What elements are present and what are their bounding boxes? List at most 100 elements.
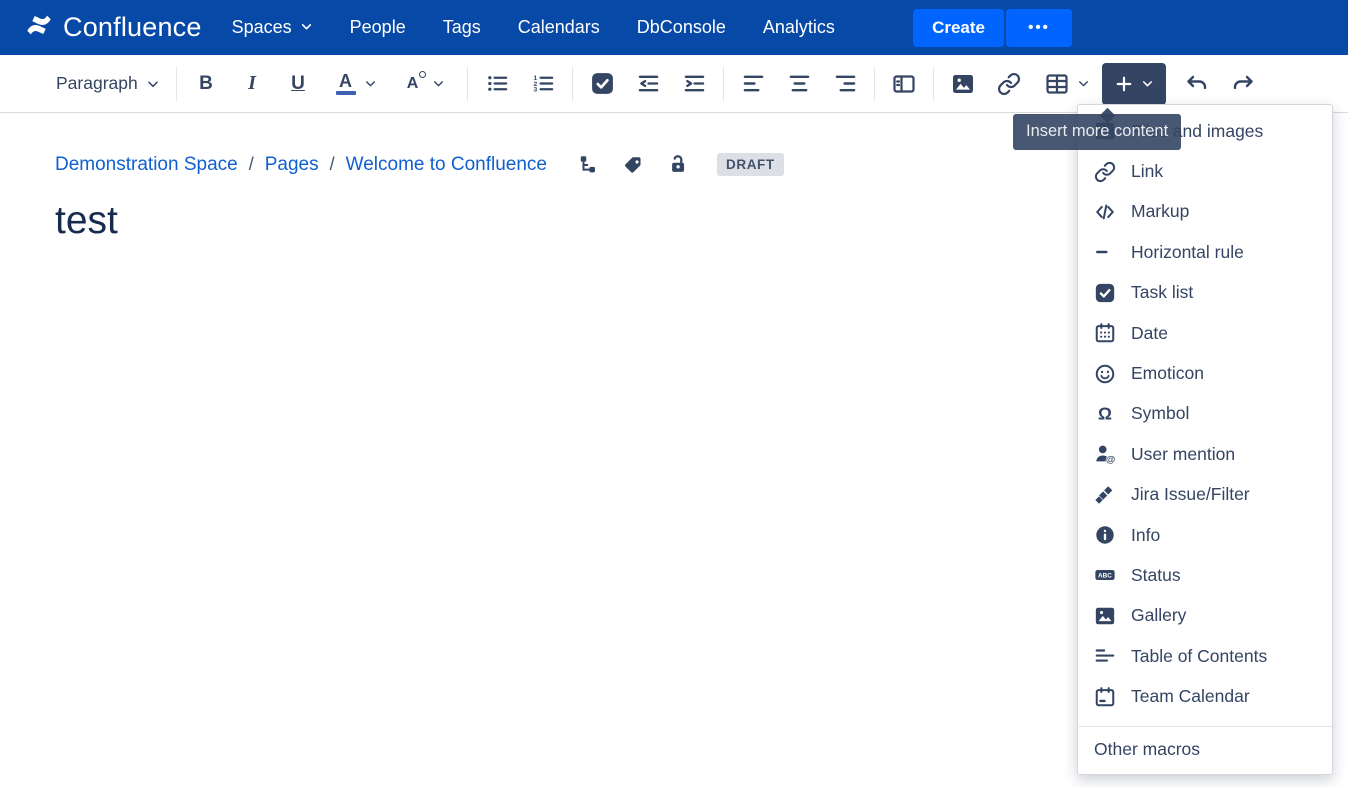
emoticon-icon [1095, 364, 1115, 383]
nav-item-calendars[interactable]: Calendars [518, 17, 600, 38]
create-button[interactable]: Create [913, 8, 1004, 47]
top-navbar: Confluence Spaces People Tags Calendars … [0, 0, 1348, 55]
page-meta-icons [578, 154, 690, 176]
jira-icon [1095, 485, 1113, 504]
svg-text:@: @ [1106, 455, 1115, 465]
text-color-icon: A [335, 72, 356, 95]
redo-button[interactable] [1220, 64, 1266, 104]
numbered-list-icon: 123 [533, 75, 553, 94]
user-mention-icon: @ [1096, 445, 1116, 465]
chevron-down-icon [364, 77, 377, 90]
menu-item-team-calendar[interactable]: Team Calendar [1078, 676, 1332, 716]
toolbar-separator [874, 66, 875, 101]
labels-button[interactable] [623, 154, 645, 176]
restrictions-button[interactable] [668, 154, 690, 176]
breadcrumb-pages-link[interactable]: Pages [265, 154, 319, 176]
page-layout-button[interactable] [881, 64, 927, 104]
align-center-button[interactable] [776, 64, 822, 104]
outdent-icon [638, 75, 658, 92]
navbar-more-button[interactable]: ••• [1006, 8, 1072, 47]
date-icon [1095, 323, 1115, 343]
draft-status-badge: DRAFT [717, 153, 784, 176]
chevron-down-icon [432, 77, 445, 90]
confluence-logo[interactable]: Confluence [24, 10, 202, 45]
menu-item-table-of-contents[interactable]: Table of Contents [1078, 636, 1332, 676]
chevron-down-icon [1141, 77, 1154, 90]
undo-icon [1187, 75, 1207, 89]
align-left-icon [743, 75, 763, 92]
menu-item-horizontal-rule[interactable]: Horizontal rule [1078, 232, 1332, 272]
tag-icon [625, 156, 641, 173]
insert-table-dropdown[interactable] [1032, 64, 1102, 104]
team-calendar-icon [1095, 686, 1115, 706]
outdent-button[interactable] [625, 64, 671, 104]
table-icon [1045, 73, 1068, 94]
menu-item-symbol[interactable]: Ω Symbol [1078, 394, 1332, 434]
plus-icon [1116, 76, 1132, 91]
page-tree-location-button[interactable] [578, 154, 600, 176]
indent-icon [684, 75, 704, 92]
image-icon [953, 74, 973, 93]
chevron-down-icon [146, 77, 160, 91]
table-of-contents-icon [1095, 649, 1115, 662]
toolbar-separator [467, 66, 468, 101]
menu-item-emoticon[interactable]: Emoticon [1078, 353, 1332, 393]
breadcrumb-space-link[interactable]: Demonstration Space [55, 154, 238, 176]
other-macros-link[interactable]: Other macros [1078, 727, 1332, 774]
align-center-icon [789, 75, 809, 92]
brand-title: Confluence [63, 12, 202, 42]
breadcrumb-page-link[interactable]: Welcome to Confluence [346, 154, 547, 176]
status-icon: ABC [1095, 570, 1115, 581]
chevron-down-icon [300, 17, 313, 38]
align-left-button[interactable] [730, 64, 776, 104]
menu-item-link[interactable]: Link [1078, 151, 1332, 191]
menu-item-markup[interactable]: Markup [1078, 192, 1332, 232]
align-right-button[interactable] [822, 64, 868, 104]
nav-item-spaces[interactable]: Spaces [232, 17, 313, 38]
nav-item-analytics[interactable]: Analytics [763, 17, 835, 38]
underline-button[interactable]: U [275, 64, 321, 104]
gallery-icon [1095, 607, 1115, 625]
svg-text:ABC: ABC [1098, 573, 1112, 580]
symbol-icon: Ω [1098, 403, 1112, 423]
horizontal-rule-icon [1096, 251, 1108, 254]
menu-item-status[interactable]: ABC Status [1078, 555, 1332, 595]
menu-item-jira-issue-filter[interactable]: Jira Issue/Filter [1078, 475, 1332, 515]
toolbar-separator [572, 66, 573, 101]
task-list-button[interactable] [579, 64, 625, 104]
menu-item-task-list[interactable]: Task list [1078, 273, 1332, 313]
paragraph-style-dropdown[interactable]: Paragraph [48, 64, 170, 104]
italic-button[interactable]: I [229, 64, 275, 104]
confluence-mark-icon [24, 10, 54, 45]
menu-item-date[interactable]: Date [1078, 313, 1332, 353]
svg-text:3: 3 [533, 87, 537, 94]
toolbar-separator [933, 66, 934, 101]
insert-link-button[interactable] [986, 64, 1032, 104]
align-right-icon [835, 75, 855, 92]
bullet-list-button[interactable] [474, 64, 520, 104]
insert-more-content-dropdown[interactable] [1102, 62, 1166, 105]
indent-button[interactable] [671, 64, 717, 104]
link-icon [997, 72, 1021, 95]
insert-image-button[interactable] [940, 64, 986, 104]
menu-item-user-mention[interactable]: @ User mention [1078, 434, 1332, 474]
svg-text:Ω: Ω [1098, 403, 1112, 423]
nav-item-tags[interactable]: Tags [443, 17, 481, 38]
page-tree-icon [580, 155, 595, 172]
numbered-list-button[interactable]: 123 [520, 64, 566, 104]
chevron-down-icon [1077, 77, 1090, 90]
insert-more-content-menu: Files and images Link Markup Horizontal … [1077, 104, 1333, 775]
bold-button[interactable]: B [183, 64, 229, 104]
menu-item-gallery[interactable]: Gallery [1078, 596, 1332, 636]
undo-button[interactable] [1174, 64, 1220, 104]
nav-item-dbconsole[interactable]: DbConsole [637, 17, 726, 38]
menu-item-info[interactable]: Info [1078, 515, 1332, 555]
more-formatting-dropdown[interactable]: A [391, 64, 461, 104]
text-color-dropdown[interactable]: A [321, 64, 391, 104]
redo-icon [1233, 75, 1253, 89]
nav-item-people[interactable]: People [350, 17, 406, 38]
main-nav: Spaces People Tags Calendars DbConsole A… [232, 17, 835, 38]
task-list-icon [1095, 283, 1115, 302]
toolbar-separator [723, 66, 724, 101]
toolbar-separator [176, 66, 177, 101]
